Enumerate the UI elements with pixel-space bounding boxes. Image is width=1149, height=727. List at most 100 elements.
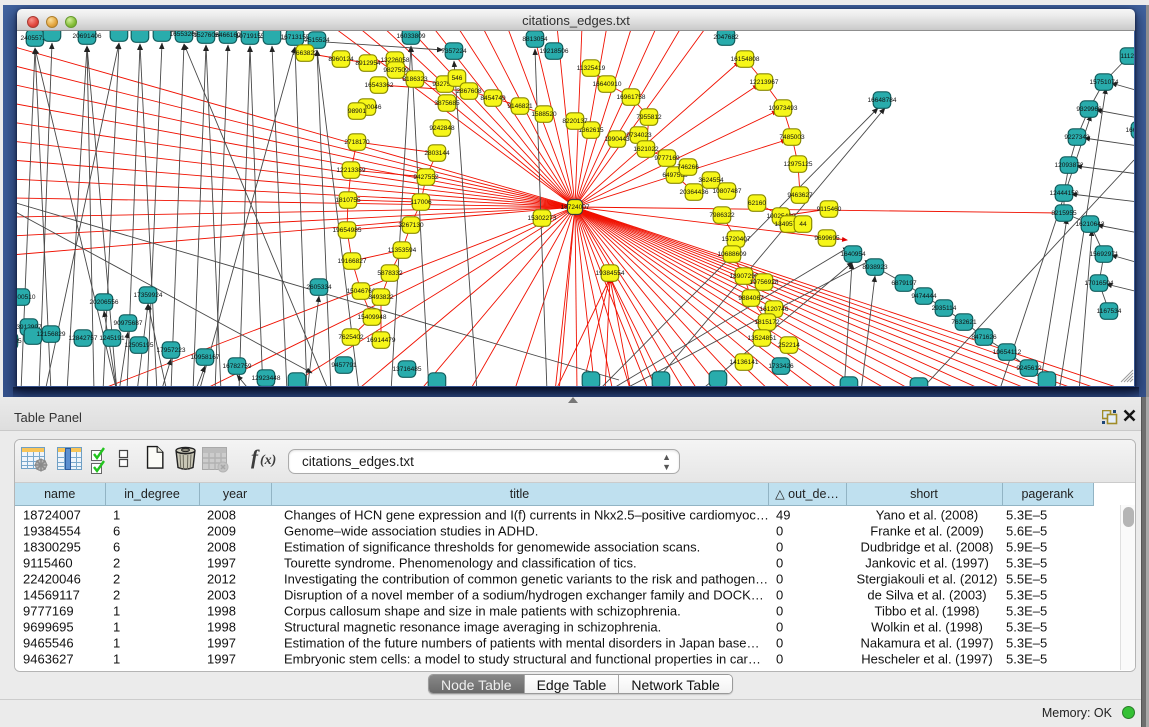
svg-text:20206556: 20206556 [90, 299, 119, 306]
svg-text:16210643: 16210643 [1076, 221, 1105, 228]
svg-text:8454749: 8454749 [480, 95, 506, 102]
svg-text:9777169: 9777169 [654, 155, 680, 162]
svg-text:90975687: 90975687 [114, 320, 143, 327]
svg-text:19166827: 19166827 [338, 258, 367, 265]
svg-text:2047682: 2047682 [713, 34, 739, 41]
svg-text:10719155: 10719155 [236, 33, 265, 40]
svg-text:20691406: 20691406 [73, 33, 102, 40]
svg-text:8938923: 8938923 [862, 264, 888, 271]
svg-text:12213389: 12213389 [337, 167, 366, 174]
svg-text:12505195: 12505195 [125, 342, 154, 349]
svg-text:7986322: 7986322 [709, 212, 735, 219]
svg-text:f: f [251, 445, 260, 469]
svg-text:62160: 62160 [748, 200, 766, 207]
svg-text:9146821: 9146821 [507, 103, 533, 110]
svg-text:11353594: 11353594 [388, 247, 417, 254]
svg-text:10654112: 10654112 [993, 349, 1022, 356]
svg-text:9227343: 9227343 [1064, 134, 1090, 141]
svg-text:7515524: 7515524 [304, 37, 330, 44]
svg-text:13524851: 13524851 [748, 335, 777, 342]
svg-text:3875685: 3875685 [434, 100, 460, 107]
svg-text:16914479: 16914479 [367, 337, 396, 344]
svg-text:546: 546 [452, 75, 463, 82]
svg-text:7632621: 7632621 [951, 319, 977, 326]
svg-text:16648784: 16648784 [868, 97, 897, 104]
svg-text:1815172: 1815172 [754, 319, 780, 326]
svg-text:1245191: 1245191 [99, 335, 125, 342]
svg-text:8813054: 8813054 [522, 36, 548, 43]
svg-text:10300510: 10300510 [17, 294, 36, 301]
svg-text:8220137: 8220137 [562, 118, 588, 125]
svg-text:16120746: 16120746 [760, 306, 789, 313]
svg-text:7485003: 7485003 [779, 134, 805, 141]
svg-text:1733426: 1733426 [768, 363, 794, 370]
svg-text:17016504: 17016504 [1085, 280, 1114, 287]
svg-text:2935114: 2935114 [932, 305, 957, 312]
svg-text:15692971: 15692971 [1090, 251, 1119, 258]
svg-text:1588520: 1588520 [531, 111, 557, 118]
svg-text:2605334: 2605334 [306, 284, 332, 291]
svg-text:16640910: 16640910 [593, 81, 622, 88]
svg-text:12156829: 12156829 [37, 331, 66, 338]
svg-text:12923448: 12923448 [252, 375, 281, 382]
svg-text:10973493: 10973493 [769, 105, 798, 112]
svg-text:19654985: 19654985 [333, 227, 362, 234]
svg-text:9329966: 9329966 [1076, 106, 1102, 113]
svg-text:9427552: 9427552 [413, 174, 439, 181]
svg-text:16154808: 16154808 [731, 56, 760, 63]
svg-text:9463627: 9463627 [787, 192, 813, 199]
svg-text:2718170: 2718170 [344, 139, 370, 146]
svg-text:16648764: 16648764 [1126, 127, 1134, 134]
svg-text:10688609: 10688609 [718, 251, 747, 258]
svg-text:12444150: 12444150 [1050, 190, 1079, 197]
svg-text:7625402: 7625402 [338, 334, 364, 341]
svg-text:117006: 117006 [410, 199, 432, 206]
svg-text:2803144: 2803144 [424, 150, 450, 157]
svg-text:12213967: 12213967 [750, 79, 779, 86]
svg-text:8215955: 8215955 [1051, 210, 1077, 217]
svg-text:7955812: 7955812 [636, 114, 662, 121]
svg-text:8471626: 8471626 [971, 334, 997, 341]
svg-text:10807487: 10807487 [713, 188, 742, 195]
svg-text:98901: 98901 [348, 108, 366, 115]
svg-text:7357224: 7357224 [441, 48, 467, 55]
svg-text:9115460: 9115460 [817, 206, 842, 213]
svg-text:6879197: 6879197 [891, 280, 917, 287]
svg-text:12975125: 12975125 [784, 161, 813, 168]
svg-text:8960124: 8960124 [328, 56, 354, 63]
svg-text:15302273: 15302273 [528, 215, 557, 222]
svg-text:11325419: 11325419 [577, 65, 606, 72]
svg-text:9884067: 9884067 [738, 295, 764, 302]
svg-text:12093872: 12093872 [1055, 162, 1084, 169]
svg-text:15720407: 15720407 [722, 236, 751, 243]
svg-text:9245612: 9245612 [1016, 365, 1042, 372]
svg-text:19384554: 19384554 [596, 270, 625, 277]
svg-text:746266: 746266 [677, 164, 699, 171]
svg-text:10958167: 10958167 [191, 354, 220, 361]
svg-text:16033809: 16033809 [397, 33, 426, 40]
svg-text:3493822: 3493822 [368, 294, 394, 301]
svg-text:15751074: 15751074 [1090, 79, 1119, 86]
svg-text:8186323: 8186323 [402, 76, 428, 83]
svg-text:9242848: 9242848 [429, 125, 455, 132]
svg-text:17359924: 17359924 [134, 292, 163, 299]
svg-text:15409948: 15409948 [358, 314, 387, 321]
svg-text:1640954: 1640954 [840, 251, 866, 258]
svg-text:12842757: 12842757 [69, 335, 98, 342]
svg-text:252214: 252214 [778, 342, 800, 349]
svg-text:7663822: 7663822 [292, 50, 318, 57]
svg-text:1621022: 1621022 [633, 146, 659, 153]
svg-text:9510535: 9510535 [17, 338, 22, 345]
svg-text:16961758: 16961758 [617, 94, 646, 101]
svg-text:44: 44 [799, 221, 807, 228]
svg-text:16782759: 16782759 [223, 363, 252, 370]
svg-text:(x): (x) [260, 453, 276, 468]
svg-text:19218506: 19218506 [540, 48, 569, 55]
svg-text:9734023: 9734023 [626, 132, 652, 139]
svg-text:3267130: 3267130 [398, 222, 424, 229]
svg-text:5878332: 5878332 [377, 270, 403, 277]
svg-text:19756928: 19756928 [750, 279, 779, 286]
svg-text:1167534: 1167534 [1097, 308, 1122, 315]
svg-text:11124: 11124 [1120, 53, 1134, 60]
svg-text:2867608: 2867608 [456, 88, 482, 95]
